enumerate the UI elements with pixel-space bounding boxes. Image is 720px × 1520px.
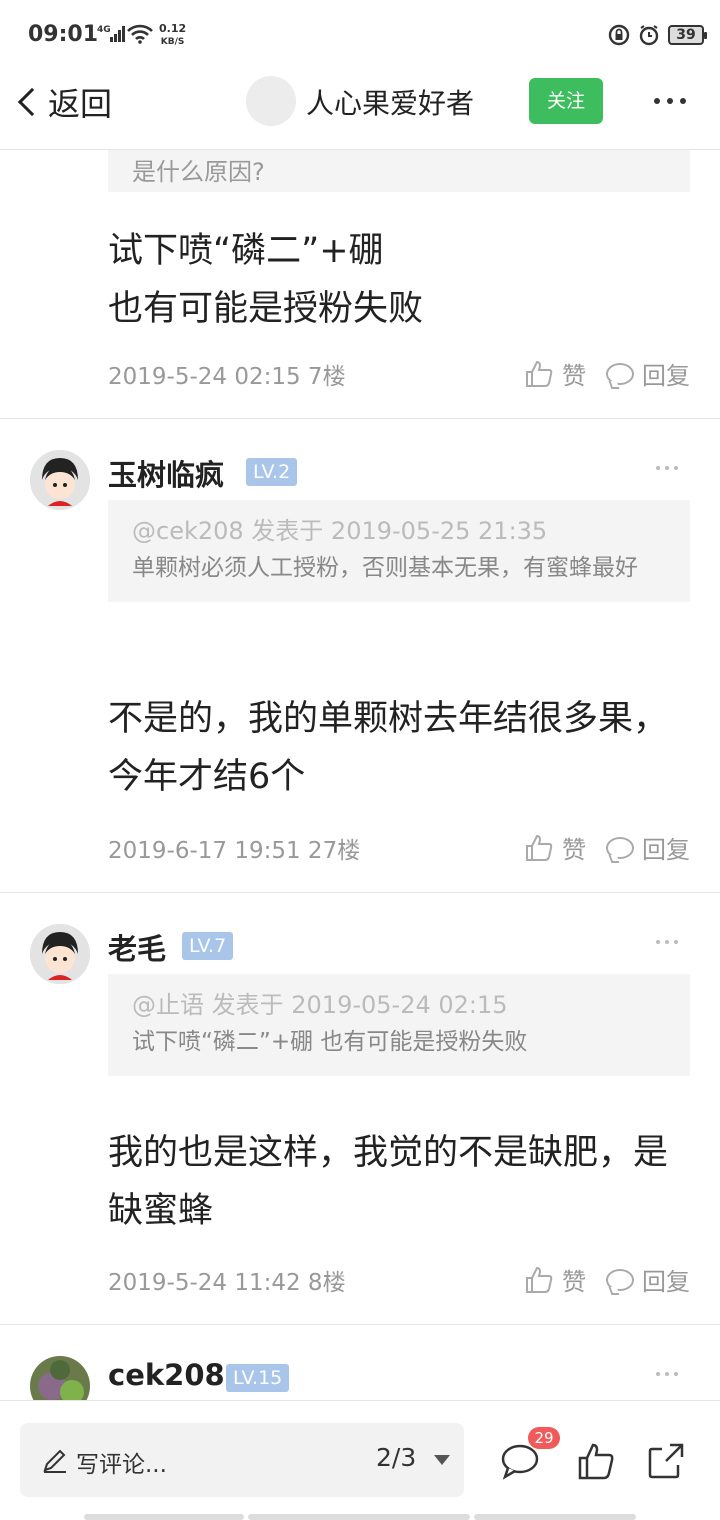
user-avatar[interactable] [30, 450, 90, 510]
fruit-photo-avatar-icon [30, 1356, 90, 1400]
comment-count-badge: 29 [528, 1427, 560, 1449]
back-button[interactable]: 返回 [14, 82, 113, 123]
rotation-lock-icon [608, 24, 630, 46]
thumbs-up-icon[interactable] [576, 1441, 616, 1481]
quoted-comment: @止语 发表于 2019-05-24 02:15 试下喷“磷二”+硼 也有可能是… [108, 974, 690, 1076]
reply-button[interactable]: 回复 [606, 1262, 690, 1297]
cartoon-avatar-icon [30, 450, 90, 510]
like-label: 赞 [562, 1268, 586, 1296]
comment-bubble-icon [606, 836, 634, 859]
status-bar: 09:01 4G 0.12 KB/S 39 [0, 0, 720, 72]
thumbs-up-icon [526, 360, 553, 387]
follow-button[interactable]: 关注 [529, 78, 603, 124]
comment-text-line: 试下喷“磷二”+硼 [108, 231, 384, 271]
comment-meta: 2019-5-24 02:15 7楼 [108, 363, 346, 390]
speed-value: 0.12 [159, 22, 187, 35]
comment-more-icon[interactable] [656, 1372, 678, 1376]
quoted-comment: 是什么原因? [108, 150, 690, 192]
comment-placeholder: 写评论... [76, 1452, 167, 1478]
quoted-comment: @cek208 发表于 2019-05-25 21:35 单颗树必须人工授粉，否… [108, 500, 690, 602]
like-button[interactable]: 赞 [524, 830, 586, 865]
comment-more-icon[interactable] [656, 466, 678, 470]
level-badge: LV.2 [246, 458, 298, 486]
username[interactable]: 老毛 [108, 926, 166, 968]
comment-input[interactable]: 写评论... 2/3 [20, 1423, 464, 1497]
level-badge: LV.15 [226, 1364, 290, 1392]
top-nav-bar: 返回 人心果爱好者 关注 [0, 72, 720, 150]
network-type: 4G [97, 25, 111, 35]
quoted-text: 试下喷“磷二”+硼 也有可能是授粉失败 [132, 1029, 528, 1055]
level-badge: LV.7 [182, 932, 234, 960]
reply-button[interactable]: 回复 [606, 356, 690, 391]
comment-item: 玉树临疯 LV.2 @cek208 发表于 2019-05-25 21:35 单… [0, 450, 720, 890]
cartoon-avatar-icon [30, 924, 90, 984]
comment-list: 是什么原因? 试下喷“磷二”+硼 也有可能是授粉失败 2019-5-24 02:… [0, 150, 720, 1400]
speed-unit: KB/S [160, 37, 185, 47]
reply-label: 回复 [642, 362, 690, 390]
quoted-text: 单颗树必须人工授粉，否则基本无果，有蜜蜂最好 [132, 555, 638, 581]
gesture-bar [474, 1514, 636, 1520]
username[interactable]: cek208 [108, 1358, 225, 1392]
back-label: 返回 [48, 85, 113, 123]
pencil-icon [43, 1449, 66, 1473]
battery-icon: 39 [668, 25, 707, 45]
comment-more-icon[interactable] [656, 940, 678, 944]
share-icon[interactable] [646, 1441, 686, 1481]
more-options-icon[interactable] [654, 98, 686, 104]
comment-meta: 2019-5-24 11:42 8楼 [108, 1269, 346, 1296]
divider [0, 1324, 720, 1325]
reply-label: 回复 [642, 1268, 690, 1296]
status-time: 09:01 [28, 22, 99, 47]
comment-bubble-icon [606, 1268, 634, 1291]
user-avatar[interactable] [30, 924, 90, 984]
signal-icon [110, 26, 125, 42]
alarm-icon [639, 25, 659, 46]
wifi-icon [127, 24, 153, 44]
quoted-meta: @cek208 发表于 2019-05-25 21:35 [132, 517, 548, 545]
divider [0, 418, 720, 419]
like-button[interactable]: 赞 [524, 356, 586, 391]
thumbs-up-icon [526, 834, 553, 861]
thumbs-up-icon [526, 1266, 553, 1293]
comment-text: 不是的，我的单颗树去年结很多果，今年才结6个 [108, 699, 669, 797]
group-avatar[interactable] [246, 76, 296, 126]
quoted-meta: @止语 发表于 2019-05-24 02:15 [132, 991, 508, 1019]
quoted-text: 是什么原因? [132, 158, 265, 186]
username[interactable]: 玉树临疯 [108, 452, 224, 494]
comment-bubble-icon [606, 362, 634, 385]
comment-meta: 2019-6-17 19:51 27楼 [108, 837, 361, 864]
like-label: 赞 [562, 836, 586, 864]
like-button[interactable]: 赞 [524, 1262, 586, 1297]
reply-button[interactable]: 回复 [606, 830, 690, 865]
divider [0, 892, 720, 893]
page-title: 人心果爱好者 [306, 87, 475, 120]
comment-item: cek208 LV.15 [0, 1356, 720, 1400]
network-speed: 0.12 KB/S [159, 23, 186, 48]
user-avatar[interactable] [30, 1356, 90, 1400]
gesture-bar [248, 1514, 470, 1520]
chevron-left-icon [17, 87, 47, 117]
comment-item: 是什么原因? 试下喷“磷二”+硼 也有可能是授粉失败 2019-5-24 02:… [0, 150, 720, 418]
comment-item: 老毛 LV.7 @止语 发表于 2019-05-24 02:15 试下喷“磷二”… [0, 924, 720, 1344]
bottom-action-bar: 写评论... 2/3 29 [0, 1400, 720, 1520]
like-label: 赞 [562, 362, 586, 390]
gesture-bar [84, 1514, 244, 1520]
comment-text-line: 也有可能是授粉失败 [108, 289, 424, 329]
caret-down-icon[interactable] [434, 1455, 450, 1465]
reply-label: 回复 [642, 836, 690, 864]
comment-text: 我的也是这样，我觉的不是缺肥，是缺蜜蜂 [108, 1133, 669, 1231]
page-indicator[interactable]: 2/3 [376, 1443, 416, 1472]
